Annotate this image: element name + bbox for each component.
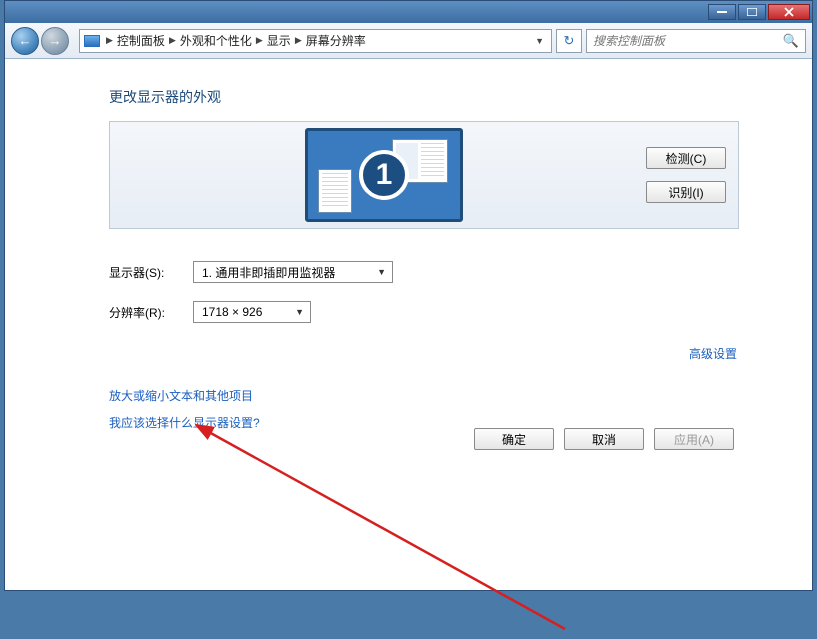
title-bar (5, 1, 812, 23)
monitor-select[interactable]: 1. 通用非即插即用监视器 ▼ (193, 261, 393, 283)
minimize-button[interactable] (708, 4, 736, 20)
forward-arrow-icon: → (49, 33, 62, 48)
back-button[interactable]: ← (11, 27, 39, 55)
resolution-label: 分辨率(R): (109, 304, 193, 321)
apply-button: 应用(A) (654, 428, 734, 450)
refresh-button[interactable]: ↻ (556, 29, 582, 53)
display-preview: 1 检测(C) 识别(I) (109, 121, 739, 229)
toolbar: ← → ▶ 控制面板 ▶ 外观和个性化 ▶ 显示 ▶ 屏幕分辨率 ▼ ↻ 🔍 (5, 23, 812, 59)
ok-button[interactable]: 确定 (474, 428, 554, 450)
search-box[interactable]: 🔍 (586, 29, 806, 53)
close-icon (784, 7, 794, 17)
monitor-area: 1 (122, 128, 646, 222)
breadcrumb-item[interactable]: 屏幕分辨率 (306, 32, 366, 49)
nav-buttons: ← → (11, 27, 69, 55)
monitor-label: 显示器(S): (109, 264, 193, 281)
preview-buttons: 检测(C) 识别(I) (646, 147, 726, 203)
settings-rows: 显示器(S): 1. 通用非即插即用监视器 ▼ 分辨率(R): 1718 × 9… (109, 261, 739, 323)
chevron-right-icon: ▶ (295, 35, 302, 46)
chevron-right-icon: ▶ (169, 35, 176, 46)
address-bar[interactable]: ▶ 控制面板 ▶ 外观和个性化 ▶ 显示 ▶ 屏幕分辨率 ▼ (79, 29, 552, 53)
text-size-link[interactable]: 放大或缩小文本和其他项目 (109, 387, 739, 404)
refresh-icon: ↻ (564, 33, 575, 49)
chevron-right-icon: ▶ (256, 35, 263, 46)
breadcrumb-item[interactable]: 外观和个性化 (180, 32, 252, 49)
search-input[interactable] (593, 34, 783, 48)
close-button[interactable] (768, 4, 810, 20)
monitor-value: 1. 通用非即插即用监视器 (202, 264, 335, 281)
chevron-down-icon[interactable]: ▼ (532, 36, 547, 46)
cancel-button[interactable]: 取消 (564, 428, 644, 450)
breadcrumb-item[interactable]: 控制面板 (117, 32, 165, 49)
identify-button[interactable]: 识别(I) (646, 181, 726, 203)
content: 更改显示器的外观 1 检测(C) 识别(I) 显示器(S): (109, 87, 739, 431)
chevron-down-icon: ▼ (295, 307, 304, 317)
window: ← → ▶ 控制面板 ▶ 外观和个性化 ▶ 显示 ▶ 屏幕分辨率 ▼ ↻ 🔍 (4, 0, 813, 591)
breadcrumb-item[interactable]: 显示 (267, 32, 291, 49)
maximize-icon (747, 8, 757, 16)
search-icon: 🔍 (783, 33, 799, 49)
maximize-button[interactable] (738, 4, 766, 20)
minimize-icon (717, 11, 727, 13)
chevron-right-icon: ▶ (106, 35, 113, 46)
client-area: 更改显示器的外观 1 检测(C) 识别(I) 显示器(S): (5, 59, 812, 590)
page-title: 更改显示器的外观 (109, 87, 739, 107)
resolution-value: 1718 × 926 (202, 305, 262, 319)
panel-icon (84, 35, 100, 47)
detect-button[interactable]: 检测(C) (646, 147, 726, 169)
resolution-select[interactable]: 1718 × 926 ▼ (193, 301, 311, 323)
help-links: 放大或缩小文本和其他项目 我应该选择什么显示器设置? (109, 387, 739, 431)
monitor-number-badge: 1 (359, 150, 409, 200)
chevron-down-icon: ▼ (377, 267, 386, 277)
resolution-row: 分辨率(R): 1718 × 926 ▼ (109, 301, 739, 323)
back-arrow-icon: ← (19, 33, 32, 48)
monitor-row: 显示器(S): 1. 通用非即插即用监视器 ▼ (109, 261, 739, 283)
annotation-arrow (195, 419, 575, 639)
monitor-thumbnail[interactable]: 1 (305, 128, 463, 222)
mini-document-icon (318, 169, 352, 213)
forward-button[interactable]: → (41, 27, 69, 55)
advanced-row: 高级设置 (109, 345, 737, 363)
advanced-settings-link[interactable]: 高级设置 (689, 347, 737, 361)
footer-buttons: 确定 取消 应用(A) (474, 428, 734, 450)
